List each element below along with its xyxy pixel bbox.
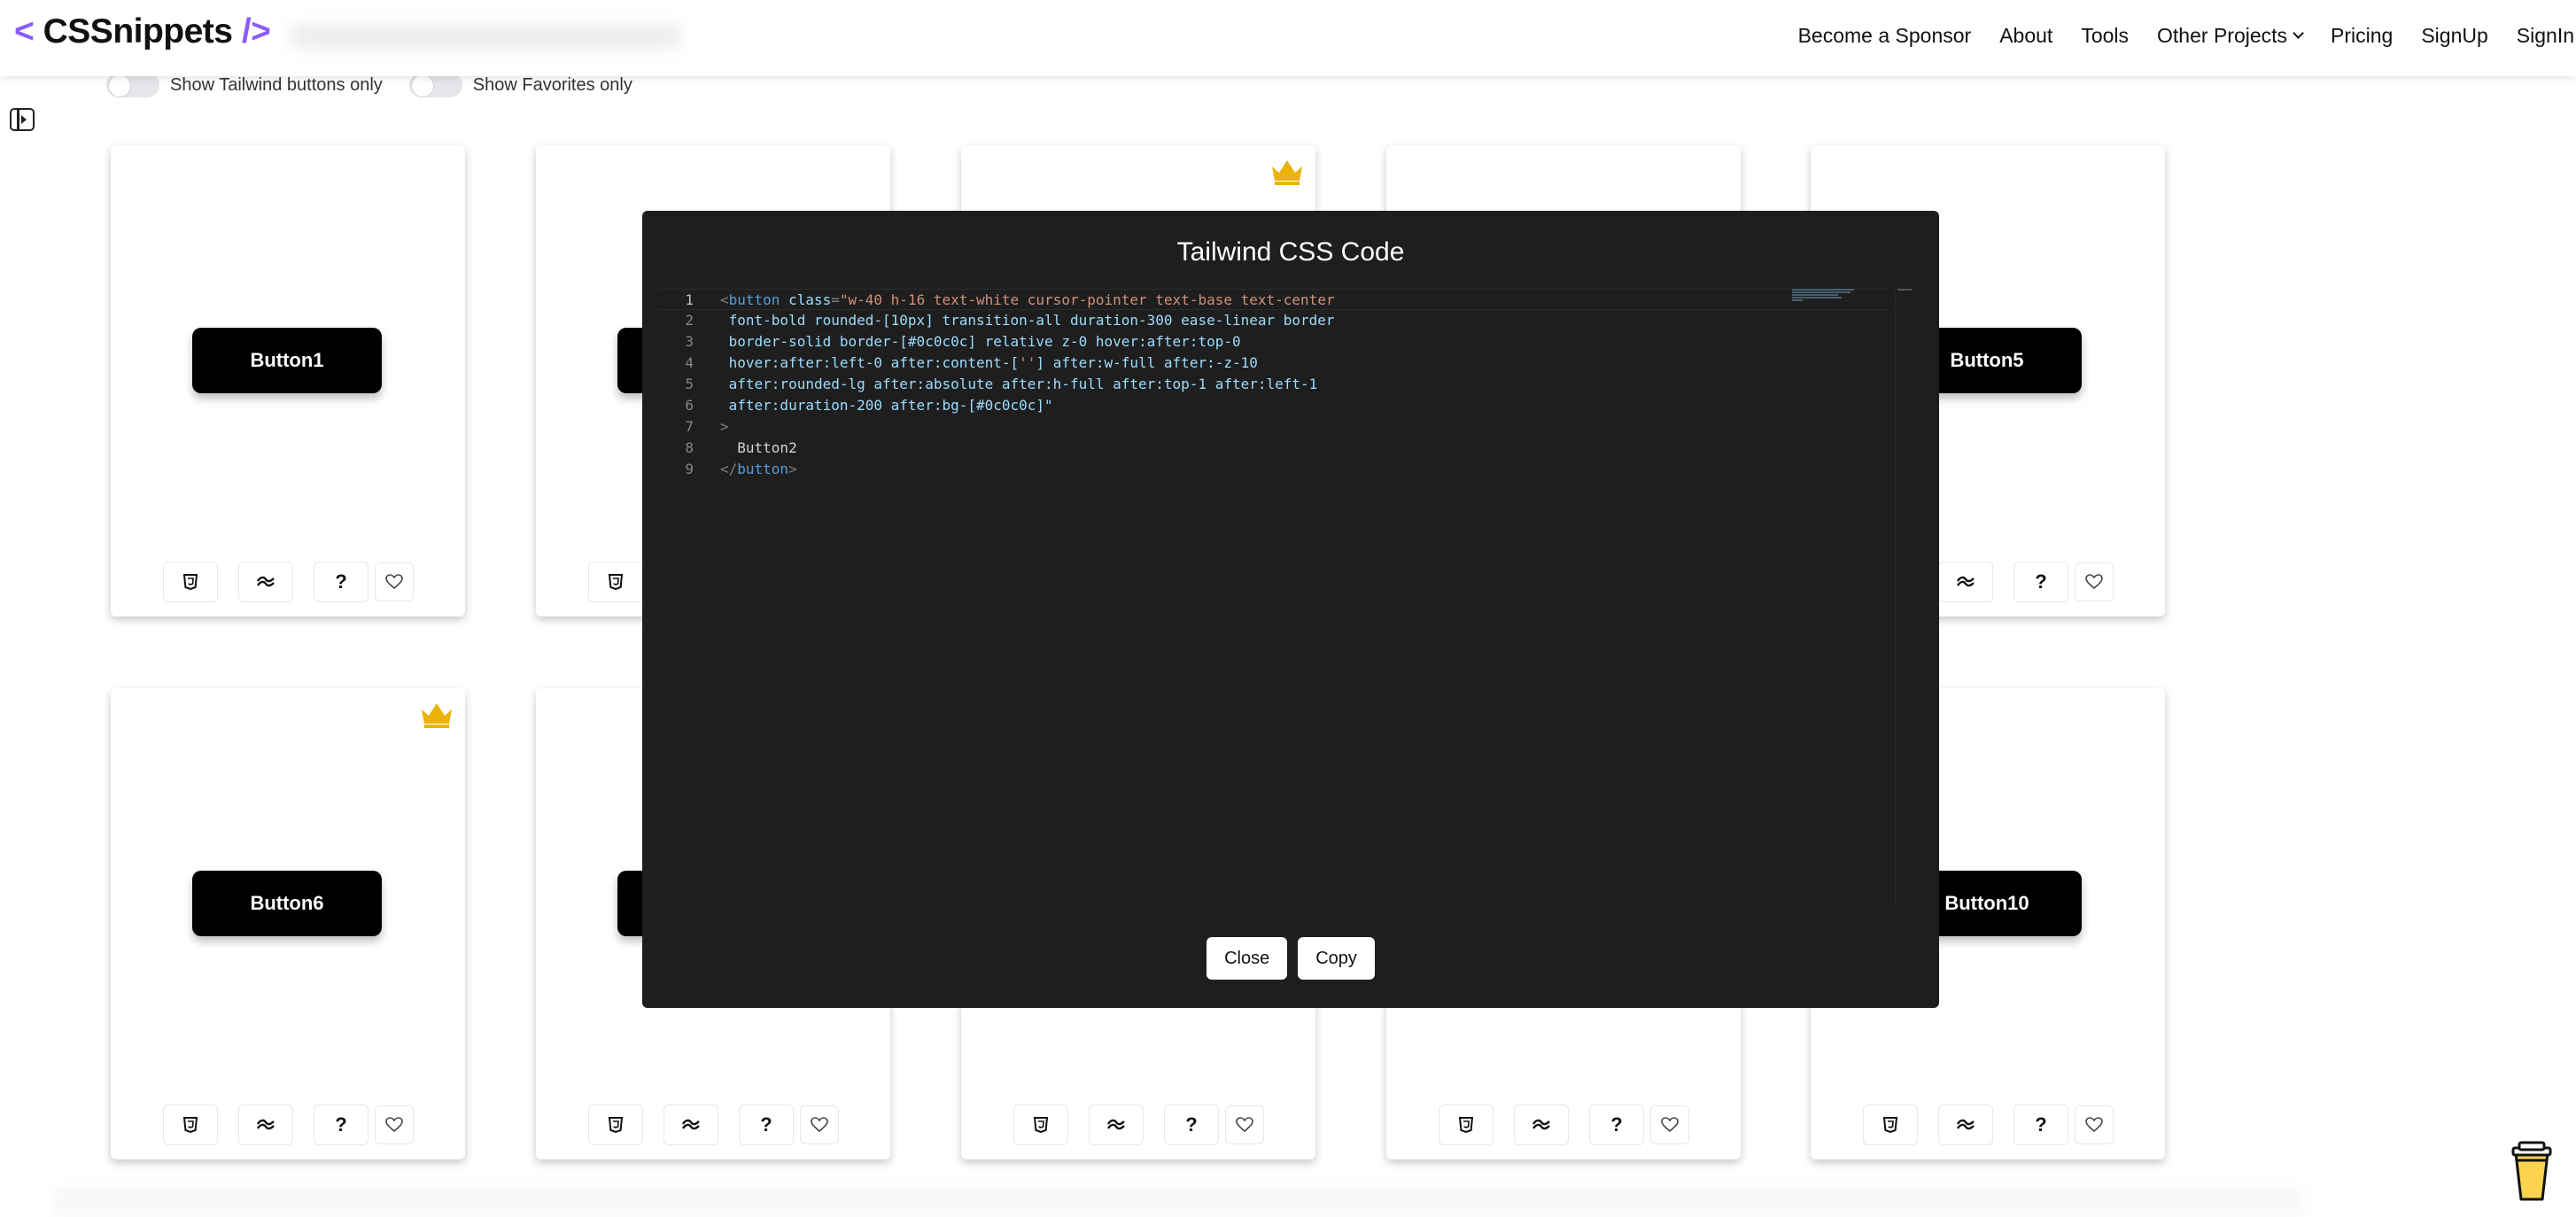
html5-icon[interactable] <box>163 562 218 602</box>
copy-button[interactable]: Copy <box>1298 937 1375 980</box>
help-button[interactable]: ? <box>1164 1105 1219 1145</box>
heart-icon[interactable] <box>1225 1105 1264 1144</box>
code-line: 4 hover:after:left-0 after:content-[''] … <box>658 353 1889 374</box>
tailwind-icon[interactable] <box>663 1105 718 1145</box>
snippet-card: Button6? <box>111 688 465 1159</box>
line-number: 9 <box>685 461 694 477</box>
editor-minimap[interactable] <box>1792 289 1856 303</box>
logo-open-bracket: < <box>14 12 35 50</box>
card-actions: ? <box>163 562 414 602</box>
nav-about[interactable]: About <box>1999 24 2052 48</box>
tailwind-icon[interactable] <box>1089 1105 1144 1145</box>
tailwind-icon[interactable] <box>238 1105 293 1145</box>
site-header: < CSSnippets /> Become a Sponsor About T… <box>0 0 2576 76</box>
line-number: 6 <box>685 397 694 414</box>
buy-me-coffee-icon[interactable] <box>2510 1141 2553 1203</box>
nav-pricing[interactable]: Pricing <box>2331 24 2393 48</box>
card-actions: ? <box>1013 1105 1264 1145</box>
nav-signin[interactable]: SignIn <box>2517 24 2574 48</box>
nav-signup[interactable]: SignUp <box>2421 24 2487 48</box>
chevron-down-icon <box>2293 27 2304 39</box>
code-line: 9 </button> <box>658 459 1889 480</box>
favorites-only-label: Show Favorites only <box>472 74 632 95</box>
tailwind-only-label: Show Tailwind buttons only <box>170 74 383 95</box>
logo-close-bracket: /> <box>241 12 271 50</box>
help-button[interactable]: ? <box>1589 1105 1644 1145</box>
line-number: 3 <box>685 333 694 350</box>
line-number: 7 <box>685 418 694 435</box>
modal-title: Tailwind CSS Code <box>1176 237 1405 267</box>
sidebar-toggle-icon[interactable] <box>10 108 35 131</box>
html5-icon[interactable] <box>1863 1105 1918 1145</box>
premium-crown-icon <box>1272 160 1302 185</box>
favorites-only-toggle[interactable]: Show Favorites only <box>408 73 632 97</box>
card-actions: ? <box>588 1105 839 1145</box>
code-line: 8 Button2 <box>658 438 1889 459</box>
tailwind-icon[interactable] <box>1938 1105 1993 1145</box>
card-actions: ? <box>1439 1105 1689 1145</box>
heart-icon[interactable] <box>375 1105 414 1144</box>
editor-scrollbar[interactable] <box>1895 289 1912 905</box>
heart-icon[interactable] <box>1650 1105 1689 1144</box>
line-number: 4 <box>685 354 694 371</box>
card-actions: ? <box>163 1105 414 1145</box>
html5-icon[interactable] <box>588 1105 643 1145</box>
nav-become-sponsor[interactable]: Become a Sponsor <box>1798 24 1972 48</box>
blurred-banner <box>291 23 680 50</box>
code-line: 3 border-solid border-[#0c0c0c] relative… <box>658 331 1889 353</box>
main-nav: Become a Sponsor About Tools Other Proje… <box>1770 0 2576 71</box>
html5-icon[interactable] <box>1013 1105 1068 1145</box>
code-line: 6 after:duration-200 after:bg-[#0c0c0c]" <box>658 395 1889 416</box>
modal-actions: Close Copy <box>642 937 1939 980</box>
heart-icon[interactable] <box>2075 562 2114 601</box>
line-number: 2 <box>685 312 694 329</box>
tailwind-icon[interactable] <box>1514 1105 1569 1145</box>
help-button[interactable]: ? <box>314 1105 369 1145</box>
nav-other-projects[interactable]: Other Projects <box>2157 23 2304 48</box>
code-line: 5 after:rounded-lg after:absolute after:… <box>658 374 1889 395</box>
demo-button[interactable]: Button6 <box>192 871 382 936</box>
help-button[interactable]: ? <box>2013 1105 2068 1145</box>
tailwind-only-switch[interactable] <box>106 73 159 97</box>
card-actions: ? <box>1863 1105 2114 1145</box>
nav-tools[interactable]: Tools <box>2081 24 2129 48</box>
bottom-fade <box>53 1187 2303 1217</box>
filter-toggles: Show Tailwind buttons only Show Favorite… <box>106 73 659 97</box>
line-number: 5 <box>685 376 694 392</box>
code-line: 7 > <box>658 416 1889 438</box>
code-line: 1 <button class="w-40 h-16 text-white cur… <box>658 289 1889 310</box>
logo-text: CSSnippets <box>43 12 233 50</box>
heart-icon[interactable] <box>800 1105 839 1144</box>
nav-other-projects-label: Other Projects <box>2157 23 2288 47</box>
help-button[interactable]: ? <box>314 562 369 602</box>
tailwind-only-toggle[interactable]: Show Tailwind buttons only <box>106 73 383 97</box>
snippet-card: Button1? <box>111 145 465 616</box>
tailwind-icon[interactable] <box>1938 562 1993 602</box>
demo-button[interactable]: Button1 <box>192 328 382 393</box>
heart-icon[interactable] <box>375 562 414 601</box>
code-editor[interactable]: 1 <button class="w-40 h-16 text-white cur… <box>658 289 1921 905</box>
site-logo[interactable]: < CSSnippets /> <box>14 12 271 51</box>
line-number: 8 <box>685 439 694 456</box>
html5-icon[interactable] <box>588 562 643 602</box>
code-line: 2 font-bold rounded-[10px] transition-al… <box>658 310 1889 331</box>
line-number: 1 <box>685 291 694 308</box>
favorites-only-switch[interactable] <box>408 73 462 97</box>
code-modal: Tailwind CSS Code 1 <button class="w-40 h… <box>642 211 1939 1008</box>
tailwind-icon[interactable] <box>238 562 293 602</box>
close-button[interactable]: Close <box>1207 937 1288 980</box>
heart-icon[interactable] <box>2075 1105 2114 1144</box>
html5-icon[interactable] <box>163 1105 218 1145</box>
help-button[interactable]: ? <box>739 1105 794 1145</box>
html5-icon[interactable] <box>1439 1105 1494 1145</box>
help-button[interactable]: ? <box>2013 562 2068 602</box>
premium-crown-icon <box>422 703 452 728</box>
